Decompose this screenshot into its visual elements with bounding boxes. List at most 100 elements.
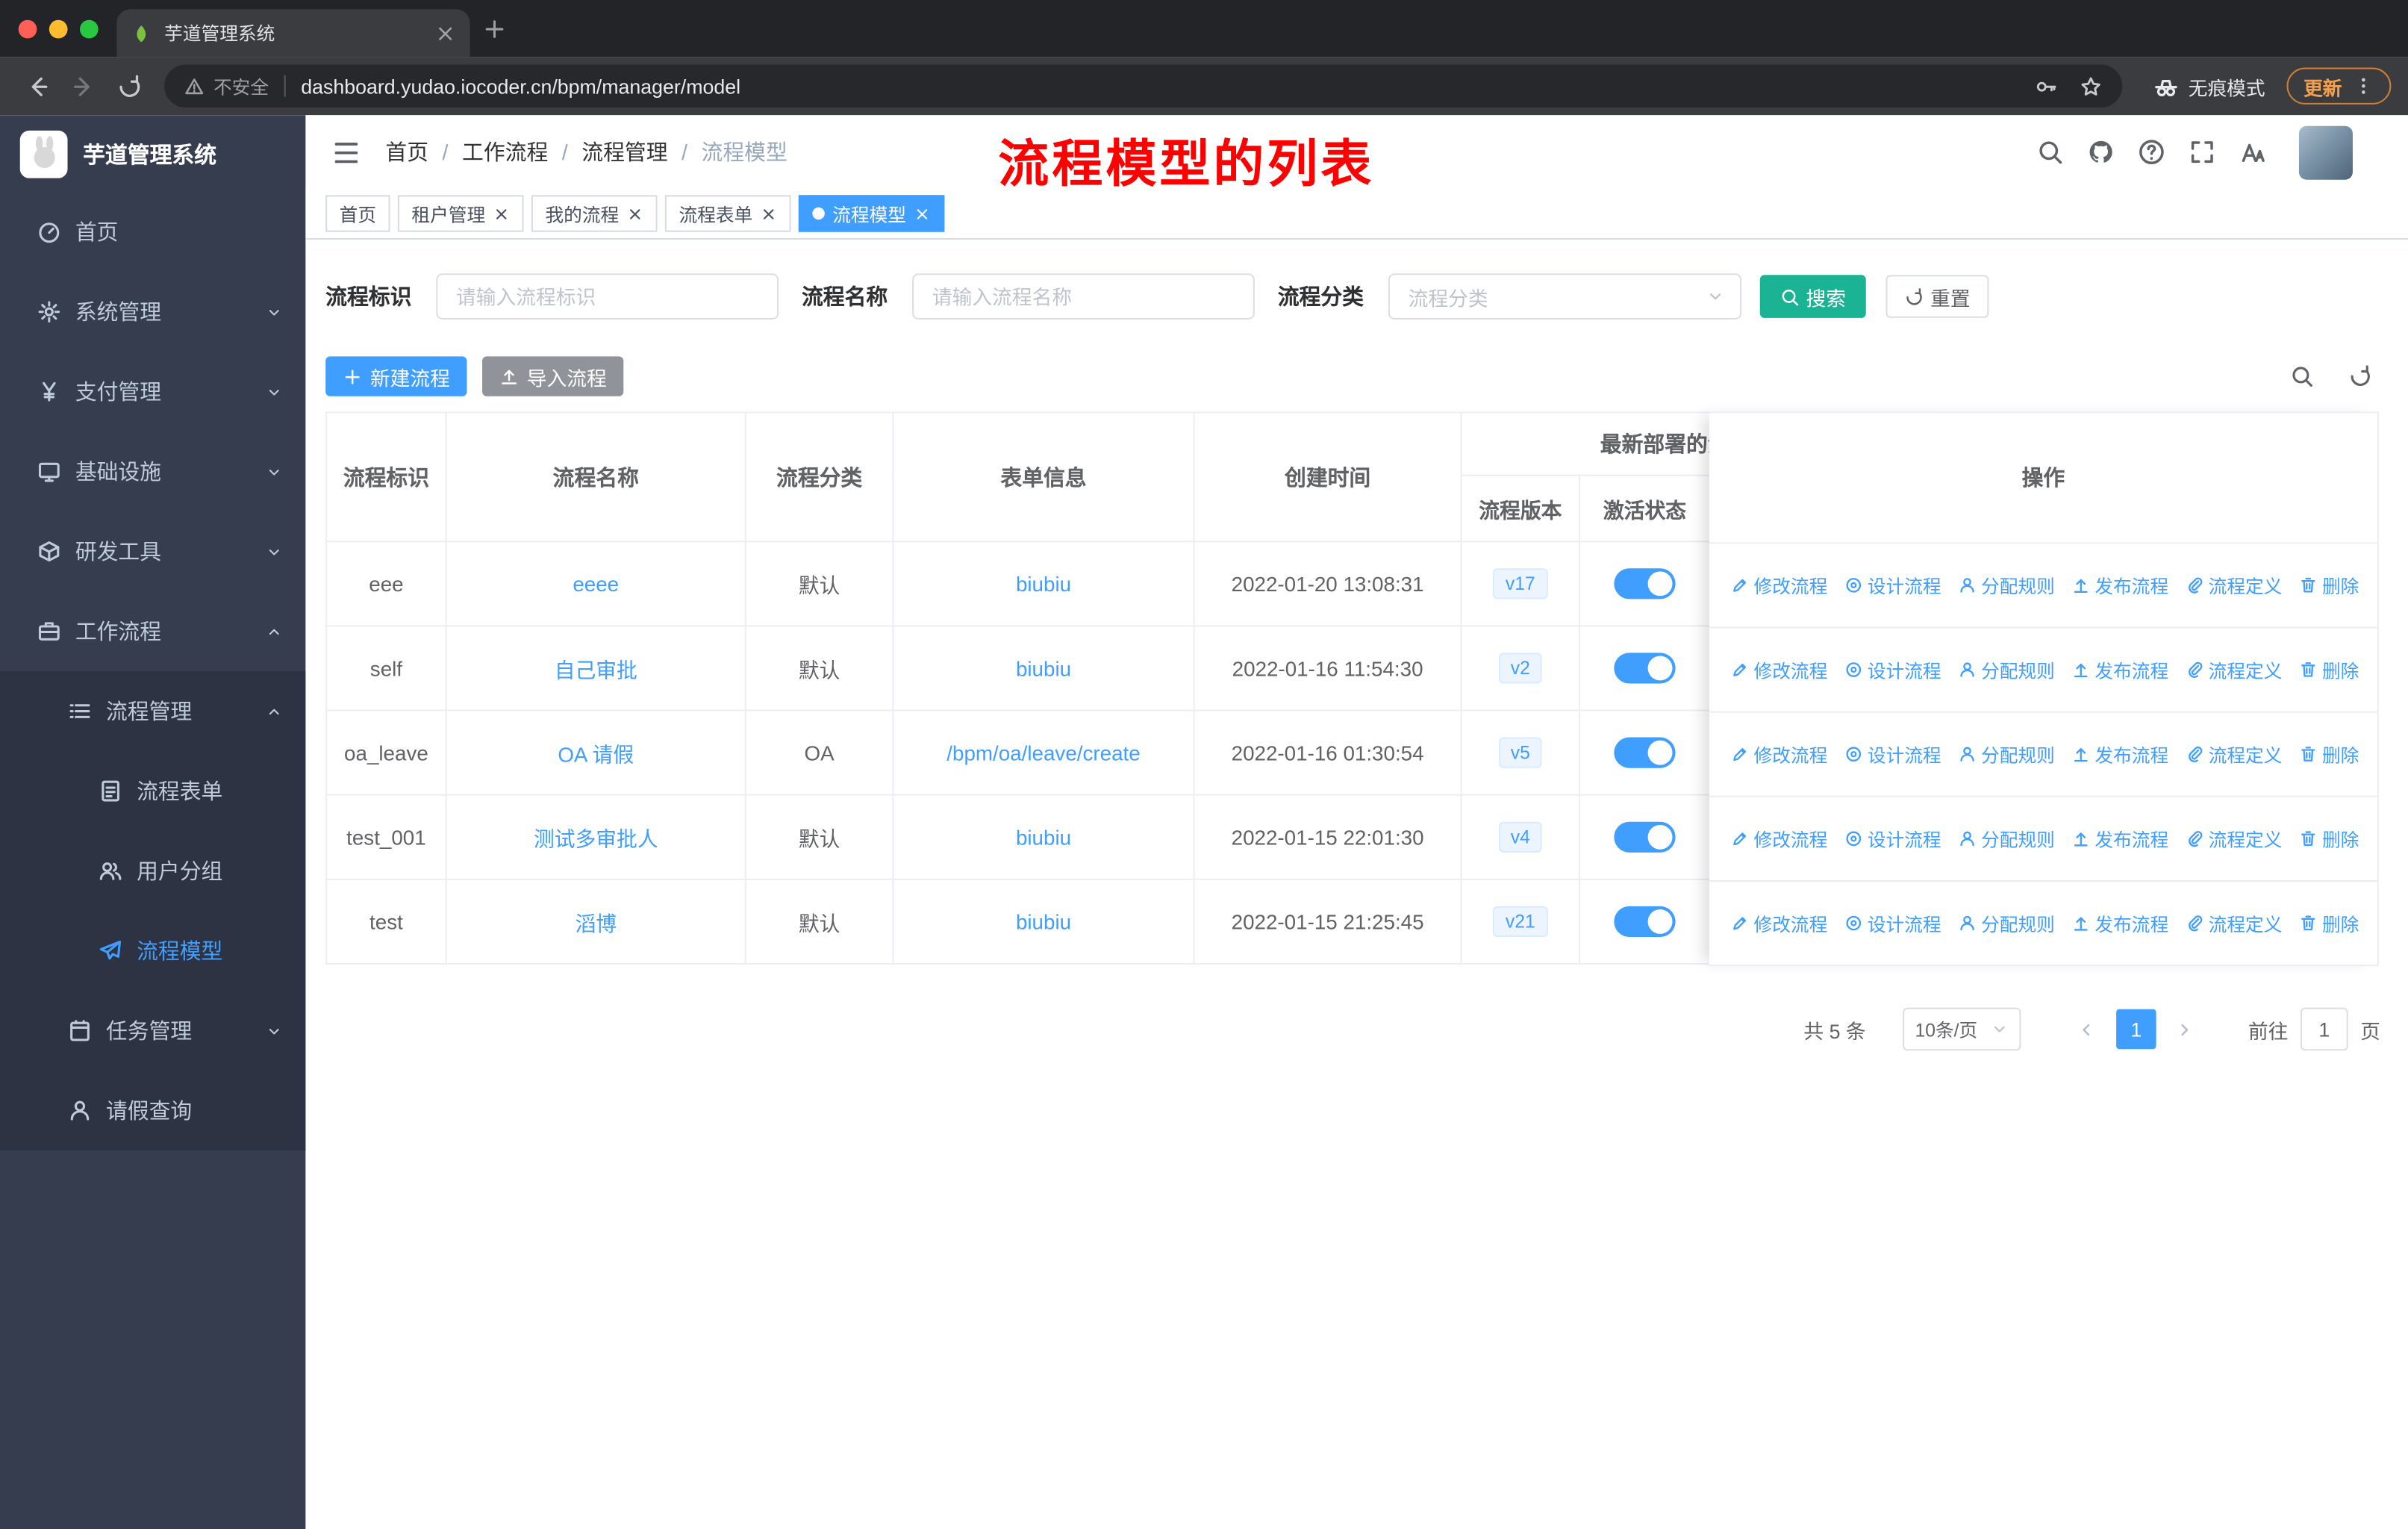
sidebar-item-payment-management[interactable]: 支付管理 [0,352,305,432]
process-name-link[interactable]: eeee [573,572,619,595]
browser-tab[interactable]: 芋道管理系统 [116,9,470,57]
help-icon[interactable] [2138,138,2165,166]
breadcrumb-workflow[interactable]: 工作流程 [462,137,548,167]
action-design[interactable]: 设计流程 [1844,826,1941,852]
import-process-button[interactable]: 导入流程 [482,356,624,396]
tag-close-icon[interactable] [493,205,510,222]
action-design[interactable]: 设计流程 [1844,657,1941,683]
sidebar-item-process-model[interactable]: 流程模型 [0,911,306,991]
action-design[interactable]: 设计流程 [1844,910,1941,936]
action-publish[interactable]: 发布流程 [2072,657,2168,683]
url-bar[interactable]: 不安全 dashboard.yudao.iocoder.cn/bpm/manag… [164,64,2123,108]
font-size-icon[interactable] [2239,138,2267,166]
action-definition[interactable]: 流程定义 [2186,741,2282,767]
sidebar-item-leave-query[interactable]: 请假查询 [0,1071,306,1150]
sidebar-item-user-group[interactable]: 用户分组 [0,831,306,912]
process-name-link[interactable]: 自己审批 [555,659,637,682]
github-icon[interactable] [2087,138,2115,166]
version-badge[interactable]: v5 [1498,737,1543,768]
action-delete[interactable]: 删除 [2299,572,2359,598]
action-publish[interactable]: 发布流程 [2072,572,2168,598]
action-assign[interactable]: 分配规则 [1958,910,2055,936]
form-info-link[interactable]: biubiu [1016,910,1071,933]
action-delete[interactable]: 删除 [2299,657,2359,683]
refresh-table-icon[interactable] [2348,364,2373,389]
page-tag-4[interactable]: 流程模型 [798,195,945,232]
kebab-menu-icon[interactable] [2353,75,2374,97]
form-info-link[interactable]: biubiu [1016,572,1071,595]
action-edit[interactable]: 修改流程 [1731,826,1827,852]
process-name-link[interactable]: 滔博 [575,912,617,935]
active-toggle[interactable] [1614,653,1676,684]
tab-close-icon[interactable] [434,22,456,44]
action-edit[interactable]: 修改流程 [1731,741,1827,767]
action-definition[interactable]: 流程定义 [2186,572,2282,598]
sidebar-fold-icon[interactable] [331,137,361,166]
action-delete[interactable]: 删除 [2299,910,2359,936]
action-definition[interactable]: 流程定义 [2186,826,2282,852]
version-badge[interactable]: v4 [1498,821,1543,853]
tag-close-icon[interactable] [627,205,644,222]
active-toggle[interactable] [1614,906,1676,938]
avatar[interactable] [2298,125,2353,179]
sidebar-item-task-management[interactable]: 任务管理 [0,991,306,1071]
version-badge[interactable]: v17 [1493,568,1548,600]
page-size-select[interactable]: 10条/页 [1903,1007,2021,1051]
new-tab-button[interactable] [482,16,507,41]
sidebar-item-system-management[interactable]: 系统管理 [0,272,305,352]
reset-button[interactable]: 重置 [1885,275,1989,318]
window-minimize-button[interactable] [49,19,68,38]
sidebar-item-infrastructure[interactable]: 基础设施 [0,432,305,511]
form-info-link[interactable]: biubiu [1016,826,1071,849]
search-icon[interactable] [2036,138,2064,166]
action-delete[interactable]: 删除 [2299,826,2359,852]
forward-button[interactable] [63,66,102,105]
action-assign[interactable]: 分配规则 [1958,657,2055,683]
tag-close-icon[interactable] [761,205,778,222]
process-category-select[interactable]: 流程分类 [1388,273,1742,320]
action-edit[interactable]: 修改流程 [1731,657,1827,683]
current-page[interactable]: 1 [2116,1009,2156,1050]
action-delete[interactable]: 删除 [2299,741,2359,767]
action-definition[interactable]: 流程定义 [2186,910,2282,936]
reload-button[interactable] [109,66,149,105]
process-name-link[interactable]: OA 请假 [558,744,634,767]
process-name-input[interactable] [912,273,1255,320]
version-badge[interactable]: v2 [1498,653,1543,684]
sidebar-item-workflow[interactable]: 工作流程 [0,591,305,671]
action-publish[interactable]: 发布流程 [2072,741,2168,767]
page-tag-1[interactable]: 租户管理 [397,195,524,232]
action-assign[interactable]: 分配规则 [1958,741,2055,767]
action-edit[interactable]: 修改流程 [1731,910,1827,936]
tag-close-icon[interactable] [914,205,931,222]
process-name-link[interactable]: 测试多审批人 [534,828,658,851]
form-info-link[interactable]: /bpm/oa/leave/create [946,741,1140,764]
sidebar-item-home[interactable]: 首页 [0,192,305,272]
process-key-input[interactable] [436,273,779,320]
action-edit[interactable]: 修改流程 [1731,572,1827,598]
sidebar-logo[interactable]: 芋道管理系统 [0,115,305,192]
page-tag-0[interactable]: 首页 [325,195,390,232]
active-toggle[interactable] [1614,821,1676,853]
window-zoom-button[interactable] [79,19,99,38]
page-tag-3[interactable]: 流程表单 [664,195,791,232]
goto-page-input[interactable] [2300,1007,2348,1051]
form-info-link[interactable]: biubiu [1016,657,1071,680]
action-assign[interactable]: 分配规则 [1958,572,2055,598]
next-page-button[interactable] [2165,1009,2205,1049]
action-definition[interactable]: 流程定义 [2186,657,2282,683]
sidebar-item-process-management[interactable]: 流程管理 [0,671,306,752]
version-badge[interactable]: v21 [1493,906,1548,938]
window-close-button[interactable] [18,19,37,38]
action-publish[interactable]: 发布流程 [2072,910,2168,936]
action-assign[interactable]: 分配规则 [1958,826,2055,852]
bookmark-star-icon[interactable] [2080,75,2103,98]
breadcrumb-home[interactable]: 首页 [385,137,428,167]
sidebar-item-process-form[interactable]: 流程表单 [0,751,306,832]
page-tag-2[interactable]: 我的流程 [531,195,658,232]
password-key-icon[interactable] [2035,75,2058,98]
action-design[interactable]: 设计流程 [1844,741,1941,767]
security-chip[interactable]: 不安全 [184,73,269,99]
show-search-icon[interactable] [2290,364,2315,389]
update-button[interactable]: 更新 [2286,67,2392,105]
